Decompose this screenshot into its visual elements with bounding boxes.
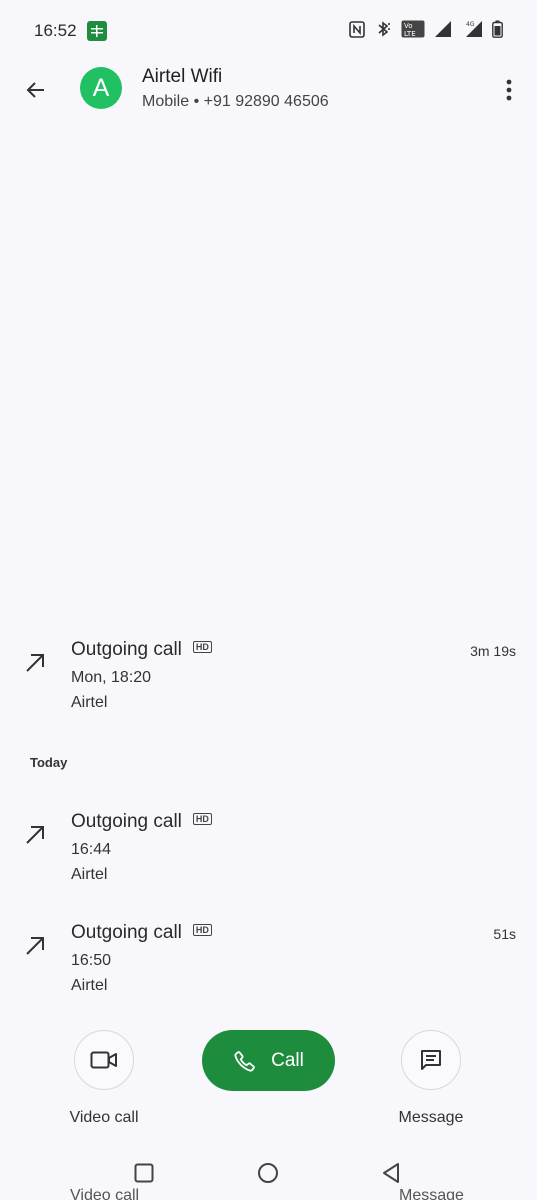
square-icon bbox=[134, 1163, 154, 1183]
call-history-item[interactable]: Outgoing call HD 16:50 Airtel 51s bbox=[0, 922, 537, 1012]
hd-icon: HD bbox=[192, 924, 212, 936]
call-type-label: Outgoing call bbox=[71, 811, 182, 832]
more-vert-icon bbox=[506, 79, 512, 101]
message-icon bbox=[421, 1050, 441, 1070]
call-sim: Airtel bbox=[71, 866, 108, 883]
call-sim: Airtel bbox=[71, 694, 108, 711]
triangle-back-icon bbox=[383, 1163, 399, 1183]
section-header-today: Today bbox=[30, 755, 68, 770]
back-nav-button[interactable] bbox=[378, 1160, 404, 1186]
recents-button[interactable] bbox=[131, 1160, 157, 1186]
call-duration: 51s bbox=[493, 926, 516, 942]
outgoing-call-icon bbox=[26, 826, 44, 844]
svg-text:LTE: LTE bbox=[404, 30, 416, 38]
arrow-back-icon bbox=[26, 82, 44, 98]
outgoing-call-icon bbox=[26, 654, 44, 672]
status-bar: 16:52 Vo LTE 4G bbox=[0, 0, 537, 62]
battery-icon bbox=[492, 20, 503, 38]
svg-text:4G: 4G bbox=[466, 21, 475, 28]
message-button[interactable] bbox=[401, 1030, 461, 1090]
call-duration: 3m 19s bbox=[470, 643, 516, 659]
call-type-label: Outgoing call bbox=[71, 922, 182, 943]
call-time: 16:44 bbox=[71, 841, 112, 858]
videocam-icon bbox=[90, 1051, 117, 1069]
call-type: Outgoing call HD bbox=[71, 639, 212, 661]
phone-icon bbox=[234, 1050, 255, 1072]
circle-icon bbox=[258, 1163, 278, 1183]
video-call-label: Video call bbox=[69, 1109, 139, 1126]
status-time: 16:52 bbox=[34, 21, 77, 40]
message-label-overflow: Message bbox=[399, 1187, 464, 1200]
call-type: Outgoing call HD bbox=[71, 811, 212, 833]
more-options-button[interactable] bbox=[497, 72, 521, 108]
nfc-icon bbox=[349, 20, 365, 38]
call-time: Mon, 18:20 bbox=[71, 669, 152, 686]
call-sim: Airtel bbox=[71, 977, 108, 994]
signal-icon bbox=[435, 21, 451, 37]
call-button[interactable]: Call bbox=[202, 1030, 335, 1091]
action-bar: Call Video call Message bbox=[0, 1030, 537, 1140]
volte-icon: Vo LTE bbox=[401, 20, 425, 38]
app-bar: A Airtel Wifi Mobile • +91 92890 46506 bbox=[0, 62, 537, 118]
outgoing-call-icon bbox=[26, 937, 44, 955]
4g-signal-icon: 4G bbox=[466, 21, 482, 37]
call-button-label: Call bbox=[271, 1049, 304, 1071]
video-call-label-overflow: Video call bbox=[70, 1187, 140, 1200]
hd-icon: HD bbox=[192, 641, 212, 653]
hd-icon: HD bbox=[192, 813, 212, 825]
svg-text:Vo: Vo bbox=[404, 22, 413, 30]
video-call-button[interactable] bbox=[74, 1030, 134, 1090]
status-icons: Vo LTE 4G bbox=[349, 20, 503, 38]
call-type: Outgoing call HD bbox=[71, 922, 212, 944]
contact-subtitle: Mobile • +91 92890 46506 bbox=[142, 93, 329, 110]
call-time: 16:50 bbox=[71, 952, 112, 969]
sheets-icon bbox=[87, 21, 107, 41]
avatar[interactable]: A bbox=[80, 67, 122, 109]
contact-name: Airtel Wifi bbox=[142, 66, 223, 87]
bluetooth-icon bbox=[378, 21, 390, 37]
call-type-label: Outgoing call bbox=[71, 639, 182, 660]
home-button[interactable] bbox=[255, 1160, 281, 1186]
call-history-item[interactable]: Outgoing call HD 16:44 Airtel bbox=[0, 811, 537, 901]
back-button[interactable] bbox=[18, 72, 54, 108]
message-label: Message bbox=[398, 1109, 464, 1126]
call-history-item[interactable]: Outgoing call HD Mon, 18:20 Airtel 3m 19… bbox=[0, 639, 537, 729]
